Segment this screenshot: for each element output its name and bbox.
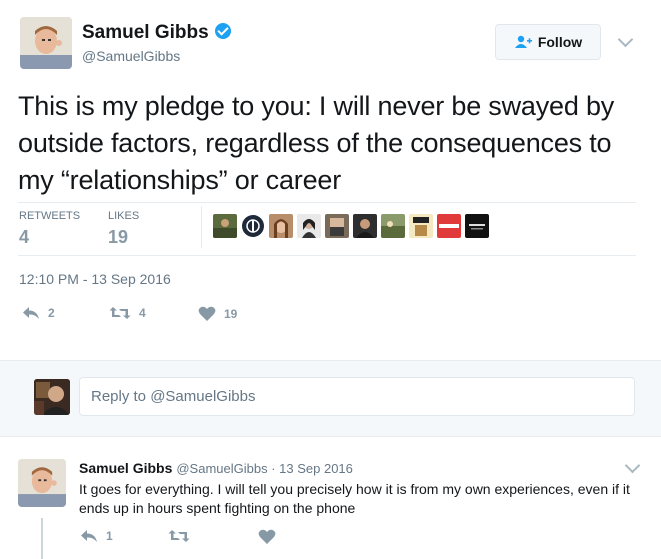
chevron-down-icon[interactable] — [624, 457, 641, 474]
liker-avatar[interactable] — [269, 214, 293, 238]
reply-composer: Reply to @SamuelGibbs — [0, 360, 661, 437]
liker-avatar[interactable] — [353, 214, 377, 238]
like-action[interactable]: 19 — [198, 306, 237, 322]
like-count: 19 — [224, 307, 238, 321]
retweets-label[interactable]: RETWEETS — [19, 210, 80, 222]
divider — [18, 202, 636, 203]
likes-label[interactable]: LIKES — [108, 210, 139, 222]
reply-text: It goes for everything. I will tell you … — [79, 481, 630, 516]
likers-avatars — [213, 214, 489, 238]
reply-icon — [23, 307, 39, 319]
reply-count: 2 — [48, 306, 55, 320]
thread-line — [41, 518, 43, 559]
tweet-text: This is my pledge to you: I will never b… — [18, 91, 615, 195]
reply-meta[interactable]: @SamuelGibbs · 13 Sep 2016 — [176, 461, 353, 476]
reply-author-avatar[interactable] — [18, 459, 66, 507]
reply-author-name[interactable]: Samuel Gibbs — [79, 460, 172, 476]
liker-avatar[interactable] — [437, 214, 461, 238]
author-name[interactable]: Samuel Gibbs — [82, 22, 231, 44]
verified-badge-icon — [214, 23, 231, 39]
liker-avatar[interactable] — [465, 214, 489, 238]
liker-avatar[interactable] — [409, 214, 433, 238]
reply-icon — [81, 530, 97, 542]
follow-button[interactable]: Follow — [495, 24, 601, 60]
stats-separator — [201, 206, 202, 248]
liker-avatar[interactable] — [381, 214, 405, 238]
likes-count[interactable]: 19 — [108, 227, 128, 248]
divider — [18, 255, 636, 256]
reply-reply-count: 1 — [106, 529, 113, 543]
reply-author[interactable]: Samuel Gibbs @SamuelGibbs · 13 Sep 2016 — [79, 460, 353, 476]
main-tweet: Samuel Gibbs @SamuelGibbs Follow This is… — [0, 0, 661, 360]
reply-action[interactable]: 2 — [22, 306, 55, 320]
retweet-icon — [109, 307, 131, 319]
author-avatar[interactable] — [20, 17, 72, 69]
liker-avatar[interactable] — [213, 214, 237, 238]
retweet-count: 4 — [139, 306, 146, 320]
retweet-icon — [168, 530, 190, 542]
heart-icon — [198, 306, 216, 321]
retweet-action[interactable]: 4 — [109, 306, 146, 320]
reply-like-action[interactable] — [258, 529, 276, 545]
current-user-avatar — [34, 379, 70, 415]
reply-retweet-action[interactable] — [168, 529, 190, 543]
follow-user-icon — [514, 35, 532, 48]
author-handle[interactable]: @SamuelGibbs — [82, 48, 180, 64]
liker-avatar[interactable] — [325, 214, 349, 238]
author-name-text[interactable]: Samuel Gibbs — [82, 22, 209, 43]
heart-icon — [258, 529, 276, 544]
retweets-count[interactable]: 4 — [19, 227, 29, 248]
reply-tweet: Samuel Gibbs @SamuelGibbs · 13 Sep 2016 I… — [0, 436, 661, 559]
liker-avatar[interactable] — [241, 214, 265, 238]
reply-reply-action[interactable]: 1 — [80, 529, 113, 543]
tweet-timestamp[interactable]: 12:10 PM - 13 Sep 2016 — [19, 271, 171, 287]
reply-input[interactable]: Reply to @SamuelGibbs — [79, 377, 635, 416]
chevron-down-icon[interactable] — [617, 31, 634, 48]
follow-button-label: Follow — [537, 34, 583, 50]
liker-avatar[interactable] — [297, 214, 321, 238]
